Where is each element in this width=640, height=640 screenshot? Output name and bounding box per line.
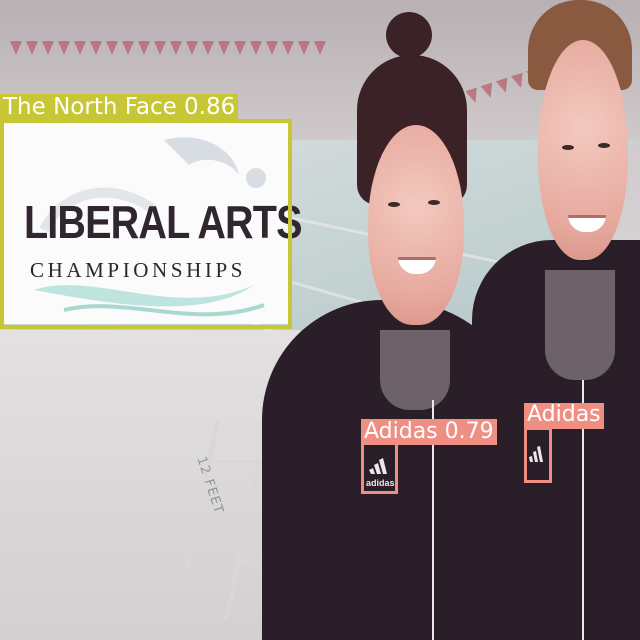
- eye: [388, 202, 400, 207]
- detection-box-north-face: [0, 119, 292, 329]
- detection-label-north-face: The North Face 0.86: [0, 94, 239, 122]
- detection-box-adidas-right: [524, 427, 552, 483]
- grey-tshirt: [545, 270, 615, 380]
- grey-tshirt: [380, 330, 450, 410]
- detection-box-adidas-left: [361, 442, 398, 494]
- pennant-flags-left: [10, 40, 330, 56]
- hair-bun: [386, 12, 432, 58]
- detection-label-adidas-left: Adidas 0.79: [361, 419, 497, 445]
- eye: [428, 200, 440, 205]
- face: [368, 125, 464, 325]
- eye: [598, 143, 610, 148]
- eye: [562, 145, 574, 150]
- detection-label-adidas-right: Adidas: [524, 403, 604, 429]
